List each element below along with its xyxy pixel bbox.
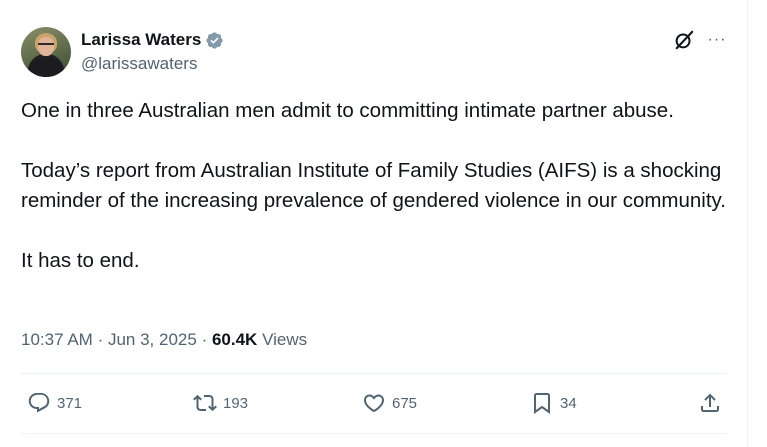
avatar-glasses: [38, 43, 54, 49]
tweet-paragraph: Today’s report from Australian Institute…: [21, 159, 726, 212]
share-icon: [701, 393, 719, 412]
author-display-name[interactable]: Larissa Waters: [81, 30, 201, 50]
like-button[interactable]: 675: [362, 380, 417, 426]
tweet-paragraph: One in three Australian men admit to com…: [21, 99, 674, 122]
tweet-date[interactable]: Jun 3, 2025: [108, 330, 197, 349]
reply-button[interactable]: 371: [27, 380, 82, 426]
reply-count: 371: [57, 394, 83, 412]
tweet-time[interactable]: 10:37 AM: [21, 330, 93, 349]
bookmark-icon: [534, 393, 550, 414]
views-count: 60.4K: [211, 330, 258, 349]
action-bar: 371 193 675 34: [21, 380, 731, 426]
bookmark-count: 34: [560, 394, 577, 412]
more-button[interactable]: ···: [705, 28, 729, 52]
like-count: 675: [392, 394, 418, 412]
bookmark-button[interactable]: 34: [530, 380, 577, 426]
tweet-meta: 10:37 AM · Jun 3, 2025 · 60.4K Views: [21, 329, 307, 351]
avatar-body: [29, 58, 63, 77]
tweet-text: One in three Australian men admit to com…: [21, 96, 736, 276]
meta-separator: ·: [97, 330, 104, 349]
reply-icon: [28, 393, 50, 413]
verified-badge-icon: [206, 31, 223, 49]
repost-button[interactable]: 193: [193, 380, 248, 426]
share-button[interactable]: [698, 380, 722, 426]
divider: [21, 373, 727, 374]
repost-count: 193: [223, 394, 249, 412]
tweet-paragraph: It has to end.: [21, 249, 140, 272]
repost-icon: [193, 394, 217, 412]
avatar[interactable]: [21, 27, 71, 77]
tweet-card: Larissa Waters @larissawaters ··· One in…: [0, 0, 748, 447]
grok-icon: [675, 30, 694, 50]
divider: [21, 433, 727, 434]
more-icon: ···: [707, 31, 727, 48]
author-handle[interactable]: @larissawaters: [81, 54, 197, 74]
meta-separator: ·: [201, 330, 208, 349]
like-icon: [363, 394, 385, 413]
grok-button[interactable]: [672, 28, 696, 52]
author-name-row[interactable]: Larissa Waters: [81, 30, 224, 50]
views-label: Views: [262, 330, 308, 349]
